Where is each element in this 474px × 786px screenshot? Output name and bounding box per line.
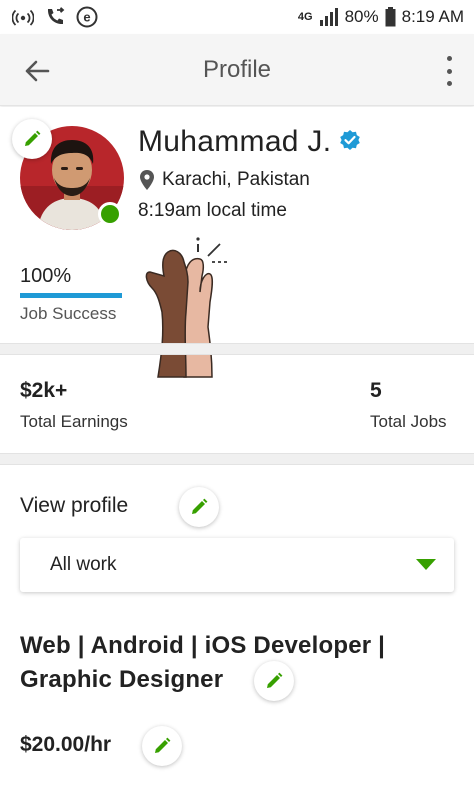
profile-header: Muhammad J. Karachi, Pakistan 8:19am loc… [0, 107, 474, 378]
name-row: Muhammad J. [138, 125, 361, 159]
svg-text:e: e [83, 10, 90, 25]
job-success-value: 100% [20, 265, 72, 287]
status-bar-right: 4G 80% 8:19 AM [298, 7, 464, 27]
signal-icon [319, 8, 339, 26]
total-earnings-label: Total Earnings [20, 412, 128, 431]
freelancer-name: Muhammad J. [138, 125, 332, 158]
profile-title-line-2: Graphic Designer [20, 666, 224, 693]
total-jobs-label: Total Jobs [370, 412, 447, 431]
more-options-button[interactable] [442, 56, 456, 86]
online-status-dot [98, 202, 122, 226]
job-success-label: Job Success [20, 304, 117, 323]
total-jobs-value: 5 [370, 379, 382, 402]
section-divider [0, 453, 474, 465]
edit-rate-button[interactable] [142, 726, 182, 766]
clock: 8:19 AM [401, 7, 464, 26]
battery-percent: 80% [344, 7, 379, 26]
e-app-icon: e [76, 6, 98, 28]
status-bar-left: e [12, 6, 98, 28]
edit-photo-button[interactable] [12, 119, 52, 159]
dropdown-selected-value: All work [50, 554, 117, 575]
location-pin-icon [140, 170, 154, 190]
verified-badge-icon [339, 129, 361, 156]
job-success-bar [20, 293, 122, 298]
battery-icon [385, 7, 396, 27]
stats-row: $2k+ Total Earnings 5 Total Jobs [0, 357, 474, 453]
wifi-hotspot-icon [12, 8, 34, 26]
pencil-icon [25, 130, 41, 146]
location-text: Karachi, Pakistan [162, 169, 310, 190]
edit-view-profile-button[interactable] [179, 487, 219, 527]
call-forward-icon [44, 7, 66, 27]
view-profile-label: View profile [20, 494, 129, 517]
network-type: 4G [297, 11, 313, 23]
edit-title-button[interactable] [254, 661, 294, 701]
profile-filter-dropdown[interactable]: All work [20, 538, 454, 592]
job-success-bar-fill [20, 293, 122, 298]
local-time: 8:19am local time [138, 200, 287, 221]
pencil-icon [192, 498, 208, 514]
app-bar: Profile [0, 34, 474, 106]
profile-title-line-1: Web | Android | iOS Developer | [20, 632, 386, 659]
pencil-icon [155, 737, 171, 753]
more-vertical-icon [446, 56, 452, 61]
total-earnings-value: $2k+ [20, 379, 68, 402]
status-bar: e 4G 80% 8:19 AM [0, 0, 474, 34]
hourly-rate: $20.00/hr [20, 733, 112, 756]
caret-down-icon [416, 559, 436, 570]
location-row: Karachi, Pakistan [140, 169, 310, 191]
page-title: Profile [202, 56, 272, 83]
job-success: 100% Job Success [20, 265, 124, 324]
pencil-icon [267, 672, 283, 688]
section-divider [0, 343, 474, 355]
